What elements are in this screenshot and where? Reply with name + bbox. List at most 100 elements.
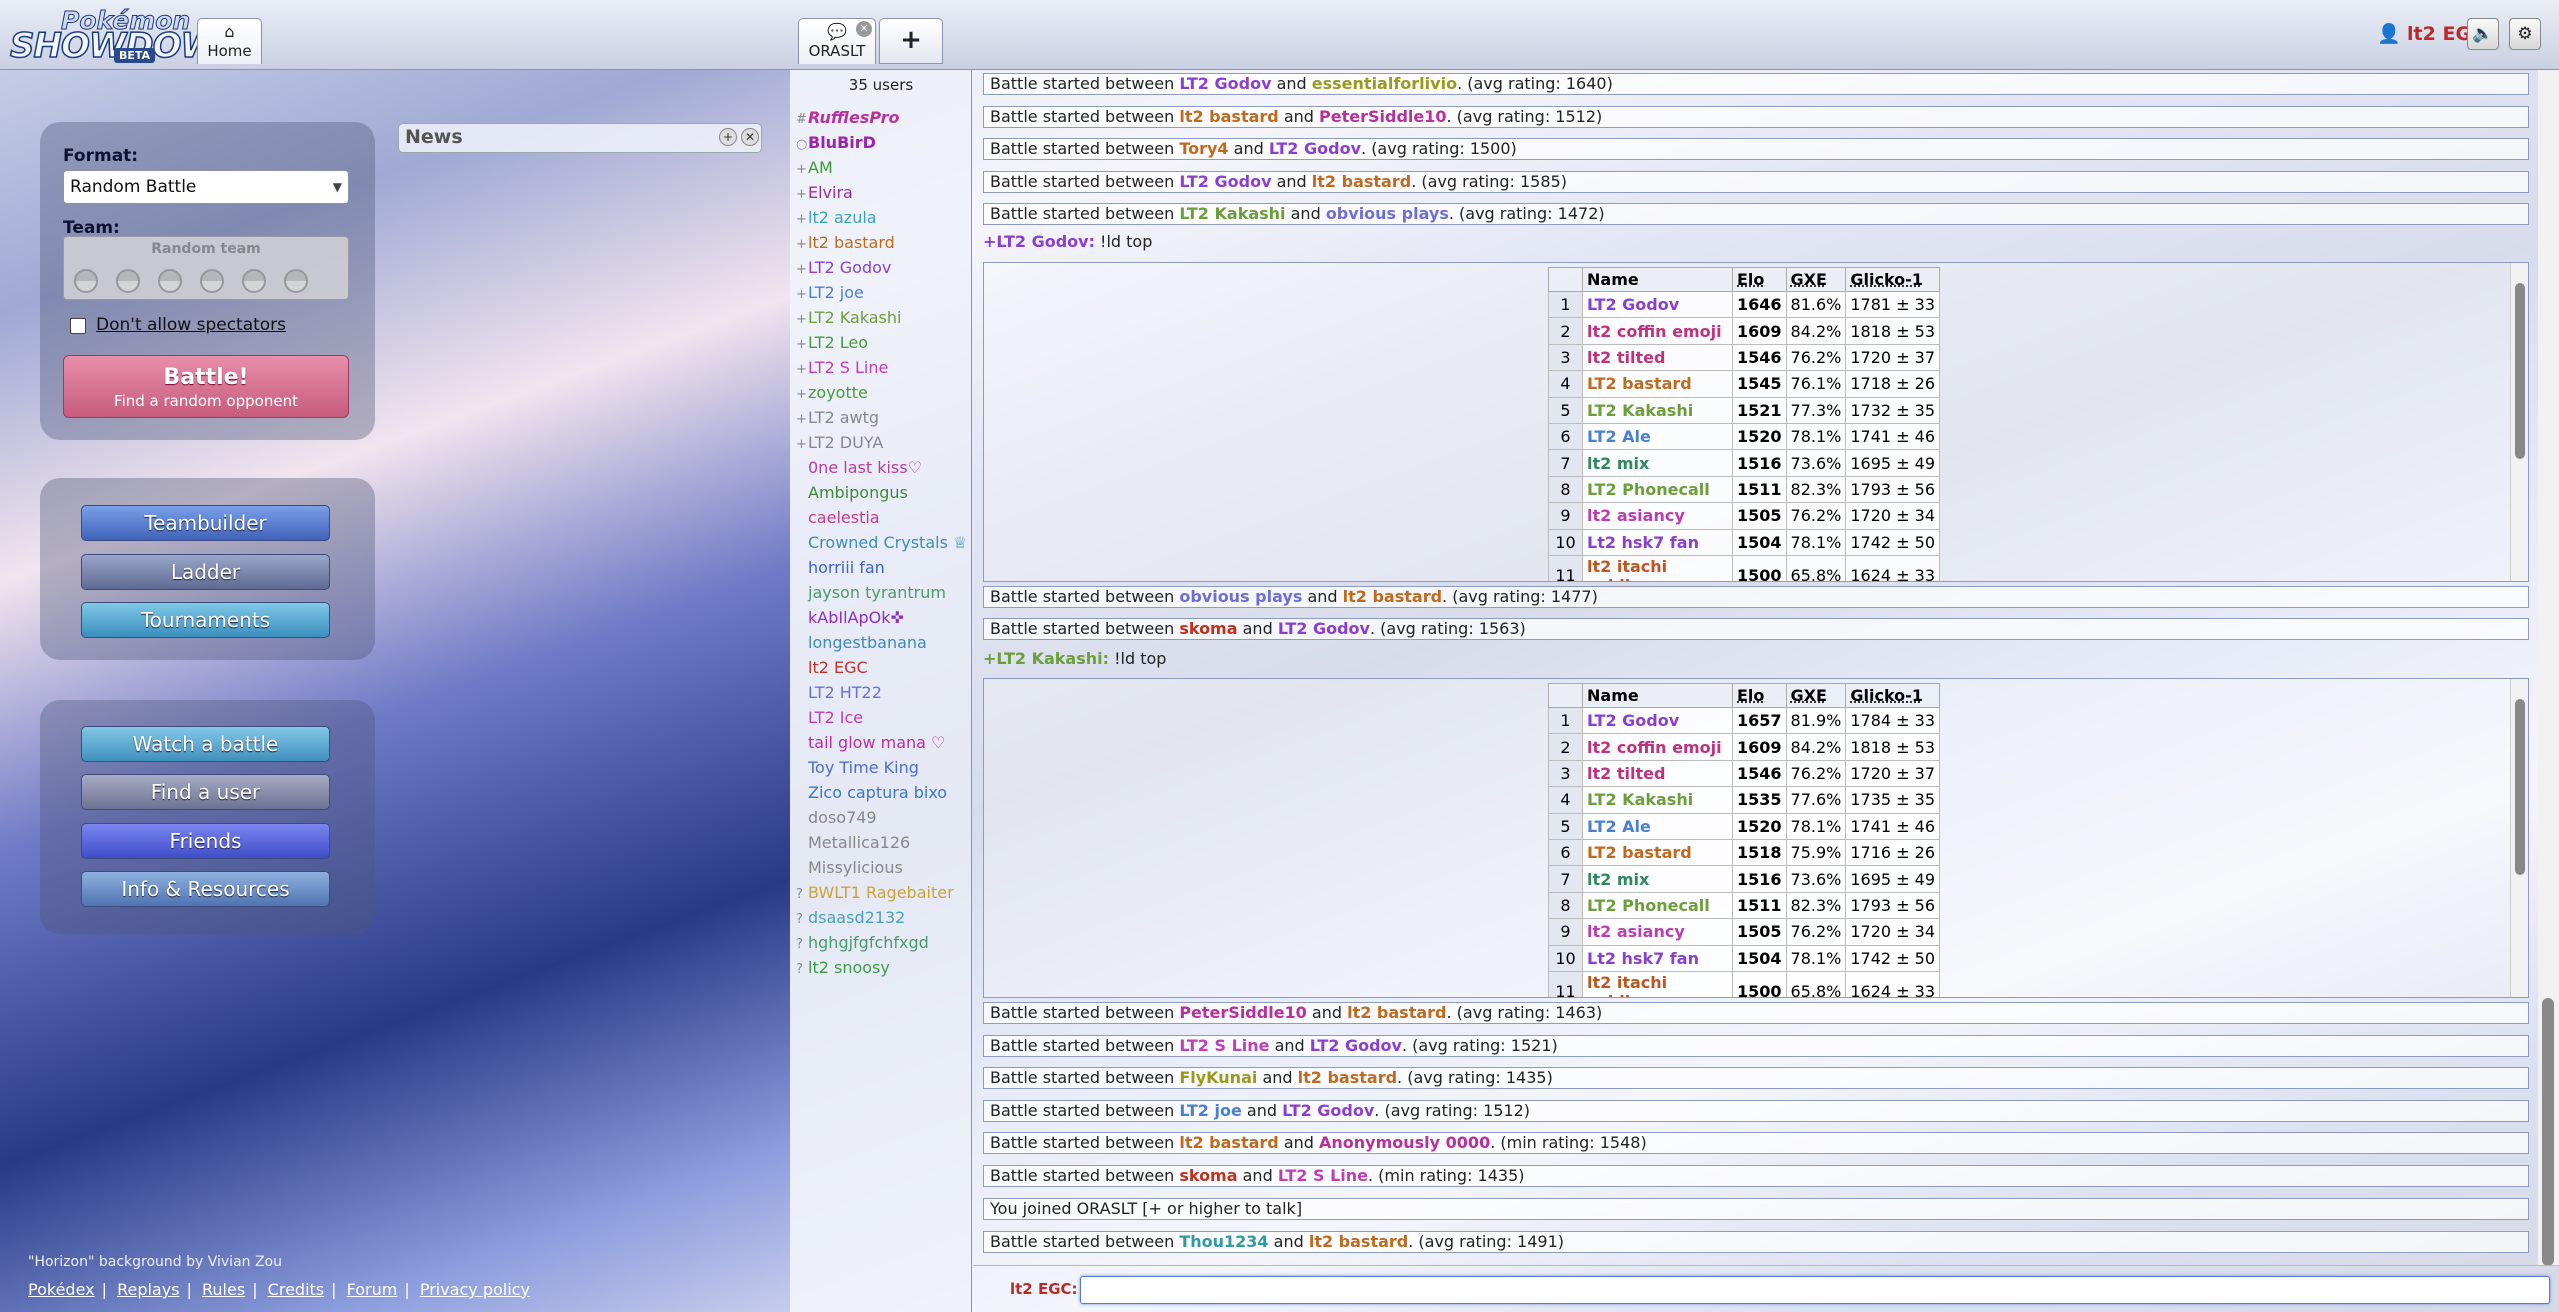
user-list-item[interactable]: +LT2 Kakashi	[796, 307, 901, 331]
user-list-item[interactable]: caelestia	[796, 507, 880, 529]
user-list-item[interactable]: +LT2 DUYA	[796, 432, 883, 456]
mute-sound-button[interactable]: 🔈	[2467, 18, 2499, 50]
name-cell[interactable]: lt2 itachi uchiha	[1582, 554, 1733, 581]
user-list-item[interactable]: LT2 HT22	[796, 682, 882, 704]
player-name[interactable]: skoma	[1179, 1166, 1237, 1185]
player-name[interactable]: lt2 bastard	[1179, 107, 1278, 126]
info-resources-button[interactable]: Info & Resources	[81, 871, 330, 907]
user-name[interactable]: horriii fan	[808, 558, 885, 577]
user-name[interactable]: Toy Time King	[808, 758, 919, 777]
user-name[interactable]: LT2 Ice	[808, 708, 863, 727]
name-cell[interactable]: LT2 bastard	[1582, 838, 1733, 867]
name-cell[interactable]: lt2 tilted	[1582, 343, 1733, 372]
player-name[interactable]: essentialforlivio	[1312, 74, 1457, 93]
user-name[interactable]: Elvira	[808, 183, 853, 202]
user-name[interactable]: zoyotte	[808, 383, 868, 402]
player-name[interactable]: LT2 Godov	[1282, 1101, 1374, 1120]
user-name[interactable]: LT2 HT22	[808, 683, 882, 702]
user-name[interactable]: longestbanana	[808, 633, 927, 652]
footer-link-credits[interactable]: Credits	[268, 1280, 324, 1299]
user-list-item[interactable]: ? dsaasd2132	[796, 907, 905, 931]
new-tab-button[interactable]: +	[879, 18, 943, 64]
close-icon[interactable]: ✕	[741, 128, 759, 146]
user-name[interactable]: BluBirD	[808, 133, 876, 152]
settings-button[interactable]: ⚙	[2509, 18, 2541, 50]
watch-a-battle-button[interactable]: Watch a battle	[81, 726, 330, 762]
player-name[interactable]: lt2 bastard	[1309, 1232, 1408, 1251]
friends-button[interactable]: Friends	[81, 823, 330, 859]
user-name[interactable]: 0ne last kiss♡	[808, 458, 922, 477]
user-list-item[interactable]: +Elvira	[796, 182, 853, 206]
name-cell[interactable]: LT2 Kakashi	[1582, 396, 1733, 424]
user-list-item[interactable]: +AM	[796, 157, 833, 181]
user-list-item[interactable]: ○BluBirD	[796, 132, 876, 156]
name-cell[interactable]: lt2 asiancy	[1582, 502, 1733, 530]
player-name[interactable]: PeterSiddle10	[1319, 107, 1446, 126]
find-a-user-button[interactable]: Find a user	[81, 774, 330, 810]
tab-oraslt[interactable]: 💬 ✕ ORASLT	[798, 18, 876, 64]
user-list-item[interactable]: jayson tyrantrum	[796, 582, 946, 604]
user-list-item[interactable]: tail glow mana ♡	[796, 732, 945, 754]
name-cell[interactable]: lt2 mix	[1582, 865, 1733, 893]
user-name[interactable]: RufflesPro	[808, 108, 900, 127]
footer-link-replays[interactable]: Replays	[117, 1280, 179, 1299]
user-name[interactable]: lt2 EGC	[808, 658, 868, 677]
user-name[interactable]: Zico captura bixo	[808, 783, 947, 802]
user-list-item[interactable]: Toy Time King	[796, 757, 919, 779]
player-name[interactable]: lt2 bastard	[1312, 172, 1411, 191]
footer-link-forum[interactable]: Forum	[347, 1280, 398, 1299]
player-name[interactable]: LT2 Godov	[1310, 1036, 1402, 1055]
player-name[interactable]: FlyKunai	[1179, 1068, 1257, 1087]
name-cell[interactable]: LT2 Ale	[1582, 812, 1733, 840]
player-name[interactable]: lt2 bastard	[1298, 1068, 1397, 1087]
user-name[interactable]: caelestia	[808, 508, 880, 527]
player-name[interactable]: LT2 joe	[1179, 1101, 1242, 1120]
user-list-item[interactable]: horriii fan	[796, 557, 885, 579]
player-name[interactable]: lt2 bastard	[1343, 587, 1442, 606]
scrollbar-thumb[interactable]	[2515, 699, 2525, 875]
user-list-item[interactable]: +lt2 azula	[796, 207, 877, 231]
name-cell[interactable]: lt2 mix	[1582, 449, 1733, 477]
footer-link-rules[interactable]: Rules	[202, 1280, 245, 1299]
user-list-item[interactable]: Metallica126	[796, 832, 910, 854]
chat-speaker[interactable]: +LT2 Godov:	[983, 232, 1095, 251]
user-name[interactable]: lt2 snoosy	[808, 958, 890, 977]
user-list-item[interactable]: ? lt2 snoosy	[796, 957, 890, 981]
player-name[interactable]: LT2 Kakashi	[1179, 204, 1285, 223]
user-name[interactable]: LT2 Kakashi	[808, 308, 901, 327]
footer-link-pokedex[interactable]: Pokédex	[28, 1280, 95, 1299]
user-list-item[interactable]: Crowned Crystals ♕	[796, 532, 967, 554]
name-cell[interactable]: Lt2 hsk7 fan	[1582, 528, 1733, 556]
name-cell[interactable]: lt2 tilted	[1582, 759, 1733, 788]
user-list-item[interactable]: LT2 Ice	[796, 707, 863, 729]
user-name[interactable]: LT2 awtg	[808, 408, 879, 427]
name-cell[interactable]: lt2 coffin emoji	[1582, 317, 1733, 345]
user-list-item[interactable]: ? hghgjfgfchfxgd	[796, 932, 929, 956]
user-list-item[interactable]: +LT2 awtg	[796, 407, 879, 431]
chat-scrollbar[interactable]	[2538, 70, 2559, 1266]
user-list-item[interactable]: Ambipongus	[796, 482, 908, 504]
user-name[interactable]: LT2 Leo	[808, 333, 868, 352]
user-name[interactable]: Ambipongus	[808, 483, 908, 502]
player-name[interactable]: LT2 Godov	[1179, 172, 1271, 191]
user-list-item[interactable]: doso749	[796, 807, 877, 829]
player-name[interactable]: skoma	[1179, 619, 1237, 638]
background-credit[interactable]: "Horizon" background by Vivian Zou	[28, 1254, 282, 1270]
user-name[interactable]: Crowned Crystals ♕	[808, 533, 967, 552]
user-name[interactable]: Missylicious	[808, 858, 903, 877]
user-list-item[interactable]: +lt2 bastard	[796, 232, 895, 256]
user-list-item[interactable]: +LT2 Leo	[796, 332, 868, 356]
user-list-item[interactable]: ? BWLT1 Ragebaiter	[796, 882, 954, 906]
tab-home[interactable]: ⌂ Home	[197, 18, 262, 64]
player-name[interactable]: LT2 S Line	[1278, 1166, 1368, 1185]
user-name[interactable]: LT2 DUYA	[808, 433, 883, 452]
player-name[interactable]: LT2 Godov	[1179, 74, 1271, 93]
player-name[interactable]: obvious plays	[1326, 204, 1449, 223]
table-scrollbar[interactable]	[2510, 263, 2528, 581]
scrollbar-thumb[interactable]	[2515, 283, 2525, 459]
name-cell[interactable]: LT2 Godov	[1582, 290, 1733, 319]
user-name[interactable]: AM	[808, 158, 833, 177]
user-name[interactable]: BWLT1 Ragebaiter	[808, 883, 954, 902]
name-cell[interactable]: lt2 coffin emoji	[1582, 733, 1733, 761]
user-name[interactable]: hghgjfgfchfxgd	[808, 933, 929, 952]
